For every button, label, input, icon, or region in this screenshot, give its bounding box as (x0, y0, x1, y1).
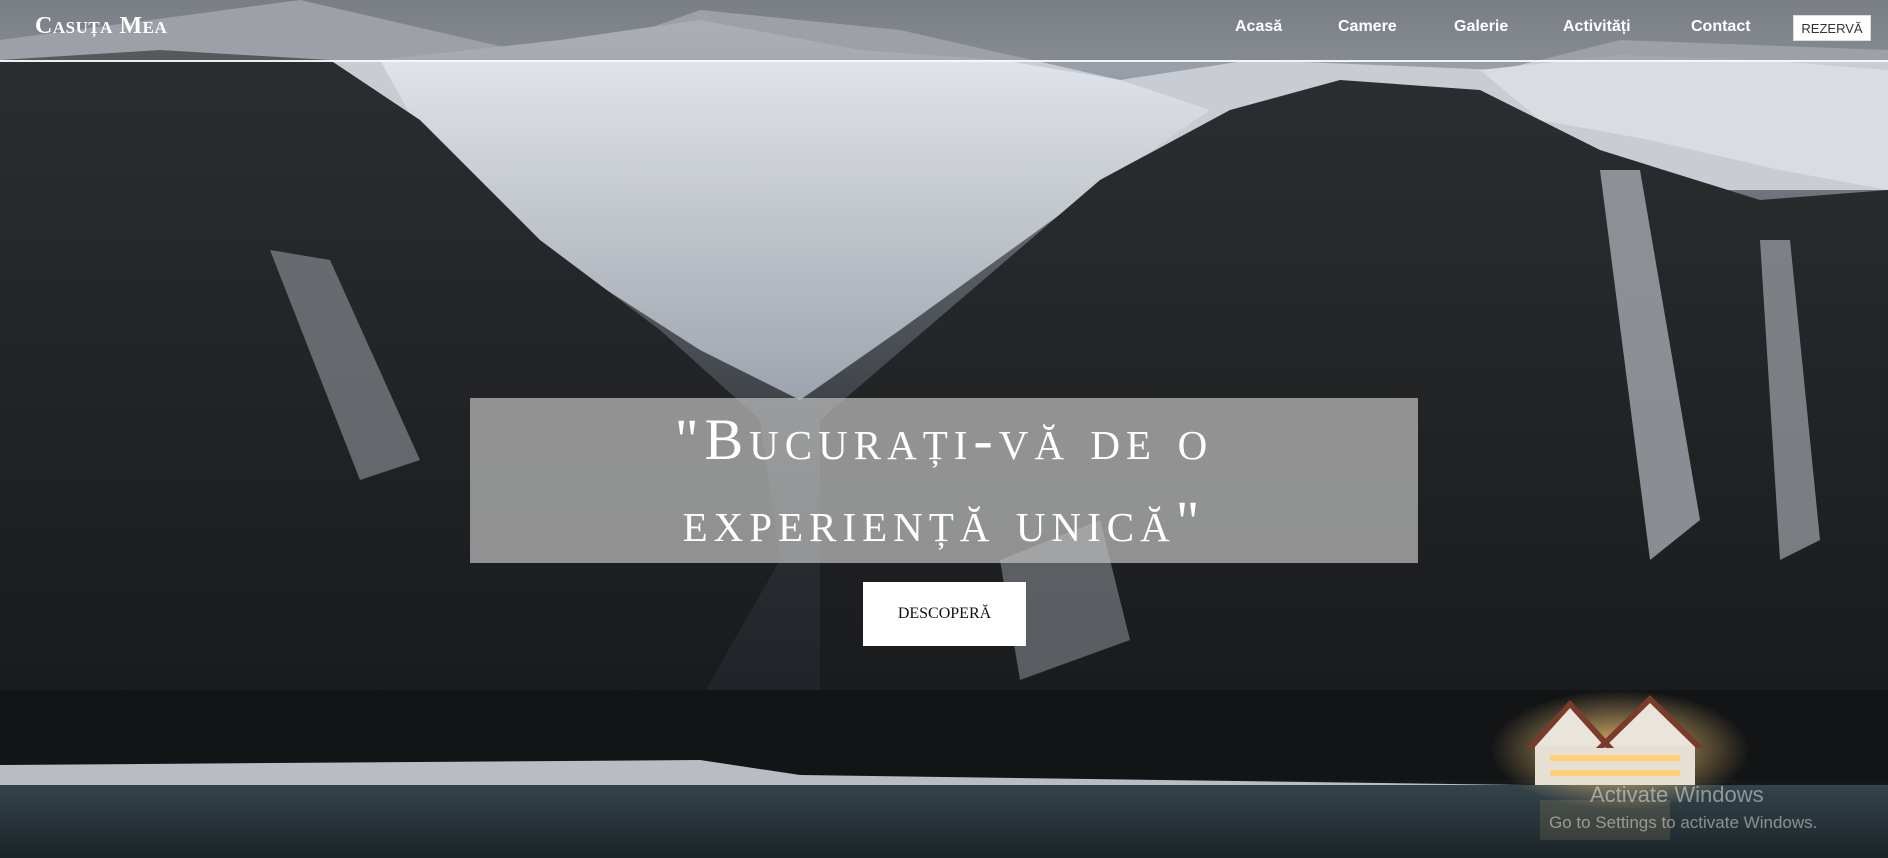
hero-title-box: "Bucurați-vă de o experiență unică" (470, 398, 1418, 563)
activate-windows-title: Activate Windows (1590, 782, 1764, 807)
site-logo[interactable]: Casuța Mea (35, 13, 167, 40)
discover-button[interactable]: DESCOPERĂ (863, 582, 1026, 646)
nav-item-rooms[interactable]: Camere (1338, 18, 1397, 36)
hero-title: "Bucurați-vă de o experiență unică" (674, 406, 1214, 554)
nav-item-activities[interactable]: Activități (1563, 18, 1631, 36)
nav-item-home[interactable]: Acasă (1235, 18, 1282, 36)
activate-windows-subtitle: Go to Settings to activate Windows. (1549, 813, 1818, 832)
reserve-button[interactable]: REZERVĂ (1793, 15, 1871, 41)
site-header: Casuța Mea Acasă Camere Galerie Activită… (0, 0, 1888, 62)
nav-item-gallery[interactable]: Galerie (1454, 18, 1508, 36)
nav-item-contact[interactable]: Contact (1691, 18, 1751, 36)
